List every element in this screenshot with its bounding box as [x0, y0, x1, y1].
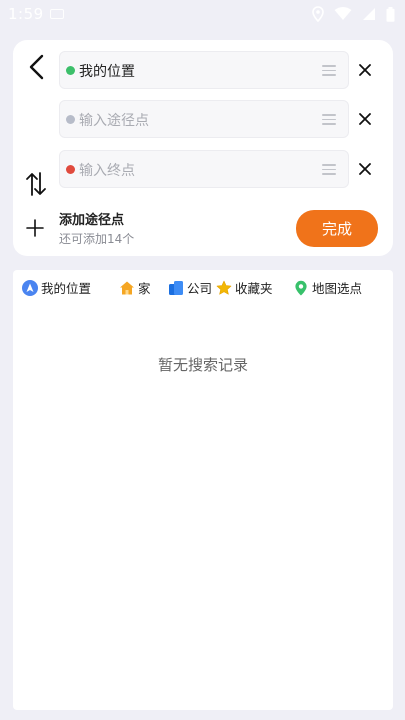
- quick-link-label: 家: [138, 281, 151, 296]
- destination-field[interactable]: 输入终点: [59, 150, 349, 188]
- close-icon: [359, 64, 371, 76]
- origin-text: 我的位置: [79, 64, 135, 80]
- add-waypoint-subtitle: 还可添加14个: [59, 232, 135, 246]
- map-pin-icon: [295, 280, 307, 295]
- status-time: 1:59: [8, 5, 44, 23]
- quick-link-label: 地图选点: [312, 281, 363, 296]
- back-arrow-icon: [29, 54, 44, 80]
- remove-waypoint-button[interactable]: [355, 109, 375, 129]
- search-history-card: 我的位置 家 公司 收藏夹 地图选点 暂无搜索记录: [13, 270, 393, 710]
- close-icon: [359, 163, 371, 175]
- destination-dot: [66, 165, 75, 174]
- location-icon: [312, 6, 324, 22]
- signal-icon: [363, 8, 375, 20]
- navigation-arrow-icon: [22, 279, 38, 296]
- waypoint-dot: [66, 115, 75, 124]
- empty-state-text: 暂无搜索记录: [157, 356, 248, 374]
- origin-dot: [66, 66, 75, 75]
- drag-handle-icon[interactable]: [322, 65, 336, 79]
- quick-link-home[interactable]: 家: [119, 278, 151, 297]
- status-icons: [312, 6, 395, 22]
- star-icon: [216, 280, 232, 295]
- origin-field[interactable]: 我的位置: [59, 51, 349, 89]
- waypoint-field[interactable]: 输入途径点: [59, 100, 349, 138]
- drag-handle-icon[interactable]: [322, 164, 336, 178]
- remove-destination-button[interactable]: [355, 159, 375, 179]
- quick-link-label: 我的位置: [41, 281, 92, 296]
- back-button[interactable]: [23, 52, 49, 82]
- quick-link-my-location[interactable]: 我的位置: [22, 278, 91, 297]
- status-bar: 1:59: [0, 0, 405, 28]
- home-icon: [120, 281, 134, 294]
- wifi-icon: [334, 7, 352, 20]
- done-button[interactable]: 完成: [296, 210, 378, 247]
- quick-link-map-pick[interactable]: 地图选点: [293, 278, 362, 297]
- quick-link-company[interactable]: 公司: [168, 278, 212, 297]
- swap-icon: [26, 172, 46, 196]
- quick-link-label: 收藏夹: [235, 281, 273, 296]
- company-icon: [169, 280, 183, 295]
- message-icon: [50, 9, 64, 19]
- route-card: 我的位置 输入途径点 输入终点 添加途径点 还可添加14个 完成: [13, 40, 393, 256]
- drag-handle-icon[interactable]: [322, 114, 336, 128]
- close-icon: [359, 113, 371, 125]
- swap-route-button[interactable]: [25, 171, 47, 197]
- destination-placeholder: 输入终点: [79, 163, 135, 179]
- add-waypoint-icon[interactable]: [25, 218, 45, 238]
- quick-link-label: 公司: [187, 281, 213, 296]
- battery-icon: [386, 6, 395, 22]
- quick-link-favorites[interactable]: 收藏夹: [216, 278, 273, 297]
- remove-origin-button[interactable]: [355, 60, 375, 80]
- add-waypoint-title[interactable]: 添加途径点: [59, 209, 124, 228]
- waypoint-placeholder: 输入途径点: [79, 113, 149, 129]
